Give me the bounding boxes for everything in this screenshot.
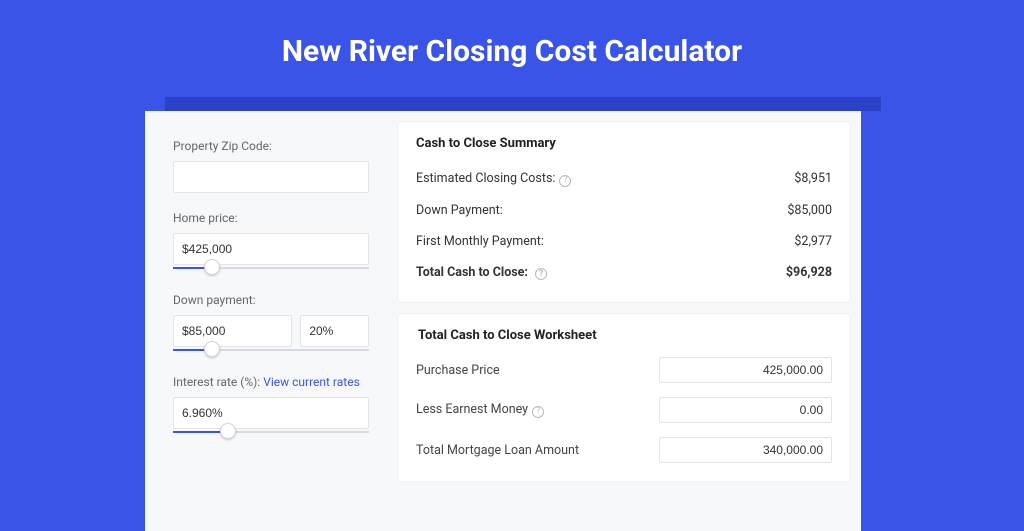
calculator-panel: Property Zip Code: Home price: Down paym…	[145, 111, 861, 531]
help-icon[interactable]: ?	[535, 268, 547, 280]
page-title: New River Closing Cost Calculator	[0, 0, 1024, 89]
help-icon[interactable]: ?	[559, 175, 571, 187]
down-payment-amount-input[interactable]	[173, 315, 292, 347]
home-price-slider[interactable]	[173, 263, 369, 275]
help-icon[interactable]: ?	[532, 406, 544, 418]
down-payment-field: Down payment:	[173, 293, 369, 357]
summary-row: Estimated Closing Costs:? $8,951	[416, 163, 832, 195]
zip-input[interactable]	[173, 161, 369, 193]
panel-shadow	[165, 97, 881, 111]
home-price-field: Home price:	[173, 211, 369, 275]
view-rates-link[interactable]: View current rates	[263, 375, 360, 389]
results-column: Cash to Close Summary Estimated Closing …	[387, 111, 861, 531]
zip-field: Property Zip Code:	[173, 139, 369, 193]
worksheet-row-value[interactable]	[659, 397, 832, 423]
worksheet-rows: Purchase Price Less Earnest Money? Total M…	[416, 357, 832, 463]
summary-total-label: Total Cash to Close:	[416, 265, 528, 280]
down-payment-slider[interactable]	[173, 345, 369, 357]
summary-row-value: $8,951	[794, 171, 832, 186]
summary-row-label: Down Payment:	[416, 203, 503, 218]
home-price-label: Home price:	[173, 211, 369, 225]
worksheet-heading: Total Cash to Close Worksheet	[418, 328, 832, 343]
interest-slider[interactable]	[173, 427, 369, 439]
worksheet-row: Purchase Price	[416, 357, 832, 383]
summary-rows: Estimated Closing Costs:? $8,951 Down Paym…	[416, 163, 832, 257]
worksheet-row-value[interactable]	[659, 437, 832, 463]
summary-total-row: Total Cash to Close: ? $96,928	[416, 257, 832, 289]
summary-total-value: $96,928	[786, 265, 832, 280]
worksheet-row-value[interactable]	[659, 357, 832, 383]
zip-label: Property Zip Code:	[173, 139, 369, 153]
interest-field: Interest rate (%): View current rates	[173, 375, 369, 439]
summary-row-value: $2,977	[794, 234, 832, 249]
worksheet-row-label: Total Mortgage Loan Amount	[416, 443, 579, 458]
worksheet-row-label: Less Earnest Money	[416, 402, 528, 417]
worksheet-row: Less Earnest Money?	[416, 397, 832, 423]
summary-row-value: $85,000	[787, 203, 832, 218]
interest-label-text: Interest rate (%):	[173, 375, 263, 389]
summary-row: First Monthly Payment: $2,977	[416, 226, 832, 257]
down-payment-percent-input[interactable]	[300, 315, 369, 347]
summary-heading: Cash to Close Summary	[416, 136, 832, 151]
interest-label: Interest rate (%): View current rates	[173, 375, 369, 389]
worksheet-row-label: Purchase Price	[416, 363, 500, 378]
summary-card: Cash to Close Summary Estimated Closing …	[397, 121, 851, 303]
interest-input[interactable]	[173, 397, 369, 429]
down-payment-label: Down payment:	[173, 293, 369, 307]
summary-row-label: Estimated Closing Costs:	[416, 171, 555, 186]
home-price-input[interactable]	[173, 233, 369, 265]
inputs-column: Property Zip Code: Home price: Down paym…	[145, 111, 387, 531]
worksheet-card: Total Cash to Close Worksheet Purchase P…	[397, 313, 851, 482]
summary-row: Down Payment: $85,000	[416, 195, 832, 226]
summary-row-label: First Monthly Payment:	[416, 234, 544, 249]
worksheet-row: Total Mortgage Loan Amount	[416, 437, 832, 463]
